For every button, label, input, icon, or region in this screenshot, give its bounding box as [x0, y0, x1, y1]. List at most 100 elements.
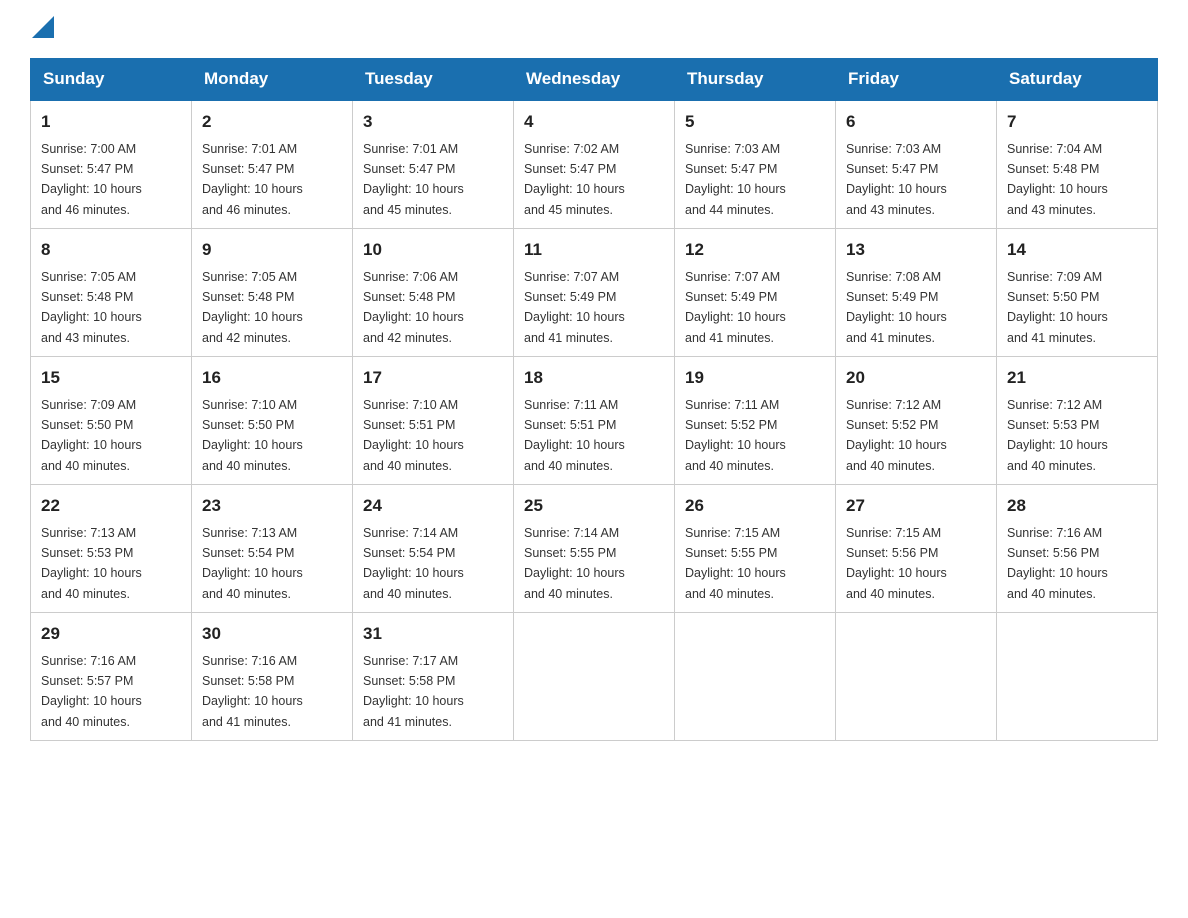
- day-number: 5: [685, 109, 825, 135]
- day-info: Sunrise: 7:07 AMSunset: 5:49 PMDaylight:…: [524, 270, 625, 345]
- day-info: Sunrise: 7:16 AMSunset: 5:58 PMDaylight:…: [202, 654, 303, 729]
- day-number: 18: [524, 365, 664, 391]
- day-number: 21: [1007, 365, 1147, 391]
- day-info: Sunrise: 7:05 AMSunset: 5:48 PMDaylight:…: [41, 270, 142, 345]
- day-number: 6: [846, 109, 986, 135]
- day-info: Sunrise: 7:16 AMSunset: 5:56 PMDaylight:…: [1007, 526, 1108, 601]
- day-number: 13: [846, 237, 986, 263]
- calendar-cell: 1 Sunrise: 7:00 AMSunset: 5:47 PMDayligh…: [31, 100, 192, 229]
- calendar-cell: 25 Sunrise: 7:14 AMSunset: 5:55 PMDaylig…: [514, 485, 675, 613]
- day-info: Sunrise: 7:16 AMSunset: 5:57 PMDaylight:…: [41, 654, 142, 729]
- calendar-week-row: 22 Sunrise: 7:13 AMSunset: 5:53 PMDaylig…: [31, 485, 1158, 613]
- day-number: 2: [202, 109, 342, 135]
- calendar-cell: [514, 613, 675, 741]
- calendar-cell: 9 Sunrise: 7:05 AMSunset: 5:48 PMDayligh…: [192, 229, 353, 357]
- calendar-cell: 19 Sunrise: 7:11 AMSunset: 5:52 PMDaylig…: [675, 357, 836, 485]
- day-info: Sunrise: 7:15 AMSunset: 5:55 PMDaylight:…: [685, 526, 786, 601]
- weekday-header-wednesday: Wednesday: [514, 59, 675, 101]
- day-number: 27: [846, 493, 986, 519]
- day-number: 16: [202, 365, 342, 391]
- day-number: 23: [202, 493, 342, 519]
- calendar-cell: 14 Sunrise: 7:09 AMSunset: 5:50 PMDaylig…: [997, 229, 1158, 357]
- day-number: 17: [363, 365, 503, 391]
- calendar-cell: [675, 613, 836, 741]
- calendar-cell: 2 Sunrise: 7:01 AMSunset: 5:47 PMDayligh…: [192, 100, 353, 229]
- logo: [30, 20, 54, 38]
- day-info: Sunrise: 7:12 AMSunset: 5:53 PMDaylight:…: [1007, 398, 1108, 473]
- day-info: Sunrise: 7:09 AMSunset: 5:50 PMDaylight:…: [1007, 270, 1108, 345]
- weekday-header-friday: Friday: [836, 59, 997, 101]
- day-info: Sunrise: 7:14 AMSunset: 5:54 PMDaylight:…: [363, 526, 464, 601]
- day-number: 10: [363, 237, 503, 263]
- calendar-cell: 17 Sunrise: 7:10 AMSunset: 5:51 PMDaylig…: [353, 357, 514, 485]
- day-number: 3: [363, 109, 503, 135]
- weekday-header-tuesday: Tuesday: [353, 59, 514, 101]
- day-info: Sunrise: 7:10 AMSunset: 5:50 PMDaylight:…: [202, 398, 303, 473]
- weekday-header-thursday: Thursday: [675, 59, 836, 101]
- day-number: 15: [41, 365, 181, 391]
- day-info: Sunrise: 7:11 AMSunset: 5:52 PMDaylight:…: [685, 398, 786, 473]
- day-info: Sunrise: 7:07 AMSunset: 5:49 PMDaylight:…: [685, 270, 786, 345]
- day-info: Sunrise: 7:01 AMSunset: 5:47 PMDaylight:…: [363, 142, 464, 217]
- calendar-cell: 20 Sunrise: 7:12 AMSunset: 5:52 PMDaylig…: [836, 357, 997, 485]
- day-number: 30: [202, 621, 342, 647]
- calendar-cell: [836, 613, 997, 741]
- calendar-cell: 4 Sunrise: 7:02 AMSunset: 5:47 PMDayligh…: [514, 100, 675, 229]
- day-info: Sunrise: 7:04 AMSunset: 5:48 PMDaylight:…: [1007, 142, 1108, 217]
- calendar-cell: 7 Sunrise: 7:04 AMSunset: 5:48 PMDayligh…: [997, 100, 1158, 229]
- weekday-header-sunday: Sunday: [31, 59, 192, 101]
- calendar-cell: 8 Sunrise: 7:05 AMSunset: 5:48 PMDayligh…: [31, 229, 192, 357]
- calendar-cell: 28 Sunrise: 7:16 AMSunset: 5:56 PMDaylig…: [997, 485, 1158, 613]
- calendar-cell: 23 Sunrise: 7:13 AMSunset: 5:54 PMDaylig…: [192, 485, 353, 613]
- day-number: 20: [846, 365, 986, 391]
- day-info: Sunrise: 7:12 AMSunset: 5:52 PMDaylight:…: [846, 398, 947, 473]
- calendar-cell: 13 Sunrise: 7:08 AMSunset: 5:49 PMDaylig…: [836, 229, 997, 357]
- calendar-cell: 5 Sunrise: 7:03 AMSunset: 5:47 PMDayligh…: [675, 100, 836, 229]
- day-number: 22: [41, 493, 181, 519]
- day-number: 1: [41, 109, 181, 135]
- day-info: Sunrise: 7:08 AMSunset: 5:49 PMDaylight:…: [846, 270, 947, 345]
- day-number: 4: [524, 109, 664, 135]
- day-info: Sunrise: 7:10 AMSunset: 5:51 PMDaylight:…: [363, 398, 464, 473]
- weekday-header-monday: Monday: [192, 59, 353, 101]
- day-number: 9: [202, 237, 342, 263]
- day-info: Sunrise: 7:17 AMSunset: 5:58 PMDaylight:…: [363, 654, 464, 729]
- day-info: Sunrise: 7:11 AMSunset: 5:51 PMDaylight:…: [524, 398, 625, 473]
- day-info: Sunrise: 7:09 AMSunset: 5:50 PMDaylight:…: [41, 398, 142, 473]
- calendar-cell: 27 Sunrise: 7:15 AMSunset: 5:56 PMDaylig…: [836, 485, 997, 613]
- calendar-cell: 24 Sunrise: 7:14 AMSunset: 5:54 PMDaylig…: [353, 485, 514, 613]
- day-info: Sunrise: 7:01 AMSunset: 5:47 PMDaylight:…: [202, 142, 303, 217]
- day-number: 29: [41, 621, 181, 647]
- calendar-week-row: 15 Sunrise: 7:09 AMSunset: 5:50 PMDaylig…: [31, 357, 1158, 485]
- day-number: 11: [524, 237, 664, 263]
- day-number: 31: [363, 621, 503, 647]
- weekday-header-saturday: Saturday: [997, 59, 1158, 101]
- day-number: 25: [524, 493, 664, 519]
- calendar-cell: 30 Sunrise: 7:16 AMSunset: 5:58 PMDaylig…: [192, 613, 353, 741]
- calendar-cell: 3 Sunrise: 7:01 AMSunset: 5:47 PMDayligh…: [353, 100, 514, 229]
- day-info: Sunrise: 7:03 AMSunset: 5:47 PMDaylight:…: [846, 142, 947, 217]
- calendar-cell: [997, 613, 1158, 741]
- calendar-cell: 31 Sunrise: 7:17 AMSunset: 5:58 PMDaylig…: [353, 613, 514, 741]
- calendar-cell: 12 Sunrise: 7:07 AMSunset: 5:49 PMDaylig…: [675, 229, 836, 357]
- day-number: 8: [41, 237, 181, 263]
- day-info: Sunrise: 7:02 AMSunset: 5:47 PMDaylight:…: [524, 142, 625, 217]
- calendar-cell: 11 Sunrise: 7:07 AMSunset: 5:49 PMDaylig…: [514, 229, 675, 357]
- calendar-cell: 10 Sunrise: 7:06 AMSunset: 5:48 PMDaylig…: [353, 229, 514, 357]
- day-info: Sunrise: 7:15 AMSunset: 5:56 PMDaylight:…: [846, 526, 947, 601]
- calendar-cell: 18 Sunrise: 7:11 AMSunset: 5:51 PMDaylig…: [514, 357, 675, 485]
- calendar-week-row: 8 Sunrise: 7:05 AMSunset: 5:48 PMDayligh…: [31, 229, 1158, 357]
- calendar-cell: 16 Sunrise: 7:10 AMSunset: 5:50 PMDaylig…: [192, 357, 353, 485]
- calendar-cell: 21 Sunrise: 7:12 AMSunset: 5:53 PMDaylig…: [997, 357, 1158, 485]
- day-info: Sunrise: 7:03 AMSunset: 5:47 PMDaylight:…: [685, 142, 786, 217]
- calendar-cell: 15 Sunrise: 7:09 AMSunset: 5:50 PMDaylig…: [31, 357, 192, 485]
- calendar-table: SundayMondayTuesdayWednesdayThursdayFrid…: [30, 58, 1158, 741]
- calendar-cell: 6 Sunrise: 7:03 AMSunset: 5:47 PMDayligh…: [836, 100, 997, 229]
- logo-triangle-icon: [32, 16, 54, 38]
- calendar-cell: 29 Sunrise: 7:16 AMSunset: 5:57 PMDaylig…: [31, 613, 192, 741]
- day-number: 7: [1007, 109, 1147, 135]
- day-info: Sunrise: 7:00 AMSunset: 5:47 PMDaylight:…: [41, 142, 142, 217]
- day-number: 24: [363, 493, 503, 519]
- day-number: 26: [685, 493, 825, 519]
- day-number: 14: [1007, 237, 1147, 263]
